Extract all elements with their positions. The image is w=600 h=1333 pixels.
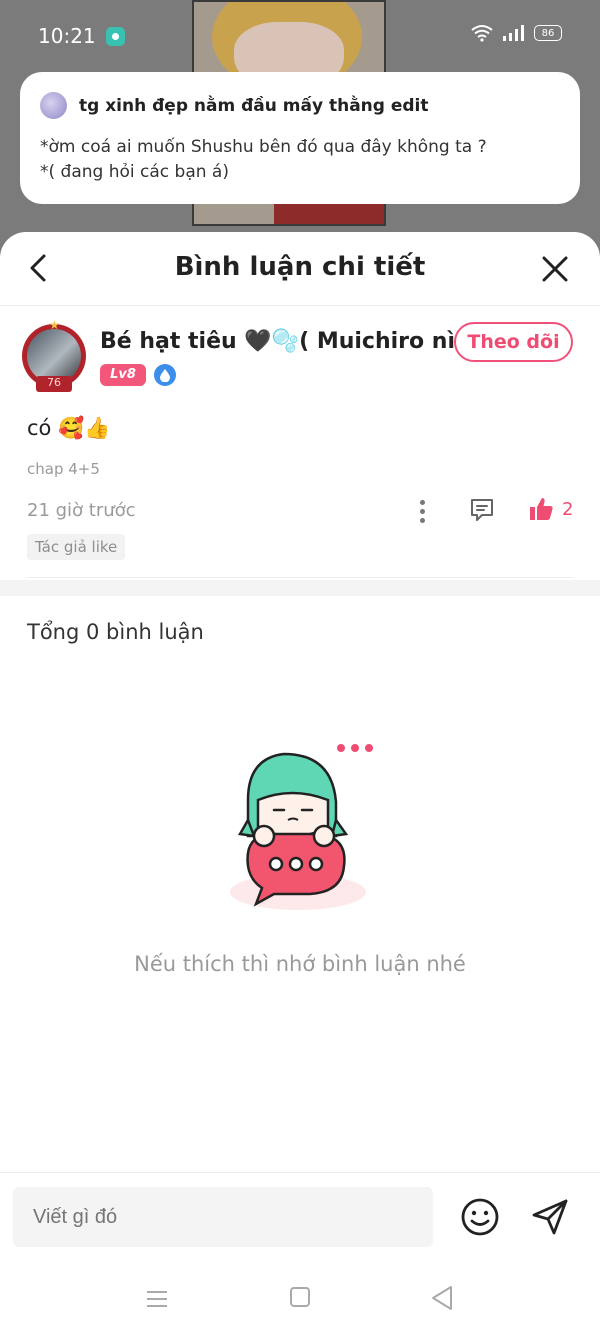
notification-title: tg xinh đẹp nằm đầu mấy thằng edit bbox=[79, 95, 429, 116]
comment-input-bar bbox=[0, 1172, 600, 1256]
level-badge: Lv8 bbox=[100, 364, 146, 386]
close-icon bbox=[542, 256, 568, 282]
emoji-button[interactable] bbox=[460, 1197, 500, 1237]
home-icon[interactable] bbox=[290, 1287, 310, 1307]
avatar-level-badge: 76 bbox=[36, 376, 72, 392]
comment-detail-sheet: Bình luận chi tiết ★ 76 Bé hạt tiêu 🖤🫧( … bbox=[0, 232, 600, 1333]
reply-icon bbox=[471, 499, 493, 521]
like-icon bbox=[530, 498, 553, 520]
empty-state-mascot-illustration bbox=[230, 744, 373, 910]
system-navigation-bar bbox=[0, 1272, 600, 1333]
avatar-image bbox=[27, 329, 81, 383]
notification-avatar bbox=[40, 92, 67, 119]
comment-input[interactable] bbox=[13, 1187, 433, 1247]
timestamp: 21 giờ trước bbox=[27, 500, 136, 521]
nav-back-icon[interactable] bbox=[430, 1285, 454, 1311]
sheet-header: Bình luận chi tiết bbox=[0, 232, 600, 306]
author-liked-tag: Tác giả like bbox=[27, 534, 126, 560]
menu-icon[interactable] bbox=[146, 1288, 168, 1310]
username[interactable]: Bé hạt tiêu 🖤🫧( Muichiro nì) bbox=[100, 329, 465, 354]
wifi-icon bbox=[471, 25, 493, 42]
total-comments-label: Tổng 0 bình luận bbox=[27, 620, 204, 644]
empty-state-text: Nếu thích thì nhớ bình luận nhé bbox=[134, 952, 466, 976]
status-bar: 10:21 86 bbox=[0, 0, 600, 72]
reply-button[interactable] bbox=[468, 496, 496, 524]
battery-indicator: 86 bbox=[534, 25, 562, 41]
chapter-label: chap 4+5 bbox=[27, 460, 100, 478]
send-button[interactable] bbox=[530, 1197, 570, 1237]
signal-icon bbox=[503, 25, 524, 41]
drop-icon bbox=[154, 364, 176, 386]
close-button[interactable] bbox=[540, 254, 570, 284]
follow-button[interactable]: Theo dõi bbox=[454, 322, 573, 362]
comment-text: có 🥰👍 bbox=[27, 416, 111, 440]
more-icon[interactable] bbox=[412, 496, 432, 526]
notification-body: *ờm coá ai muốn Shushu bên đó qua đây kh… bbox=[40, 137, 487, 182]
comment-meta-row: 21 giờ trước 2 bbox=[0, 494, 600, 534]
star-icon: ★ bbox=[49, 318, 60, 332]
emoji-icon bbox=[461, 1198, 499, 1236]
send-icon bbox=[532, 1199, 568, 1235]
like-button[interactable]: 2 bbox=[528, 496, 573, 522]
section-divider bbox=[0, 580, 600, 596]
divider bbox=[27, 577, 573, 578]
app-notification-icon bbox=[106, 27, 125, 46]
status-time: 10:21 bbox=[38, 24, 96, 48]
notification-banner[interactable]: tg xinh đẹp nằm đầu mấy thằng edit *ờm c… bbox=[20, 72, 580, 204]
avatar[interactable]: ★ 76 bbox=[22, 318, 88, 398]
sheet-title: Bình luận chi tiết bbox=[174, 252, 426, 282]
like-count: 2 bbox=[562, 498, 574, 520]
